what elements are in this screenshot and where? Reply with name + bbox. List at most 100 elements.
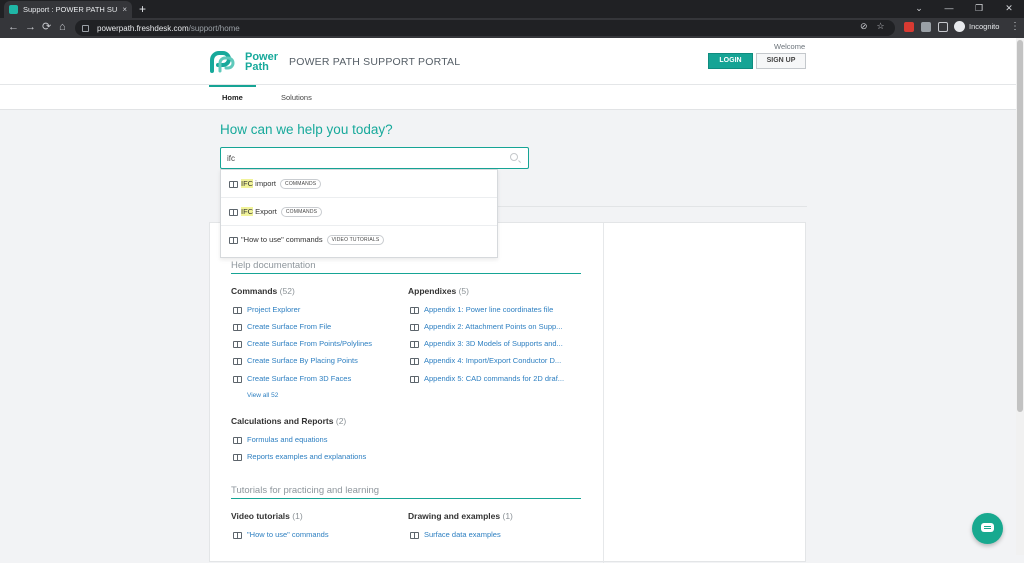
book-icon — [233, 376, 242, 383]
star-icon[interactable]: ☆ — [877, 21, 885, 32]
new-tab-button[interactable]: + — [139, 2, 146, 16]
url-path: /support/home — [188, 23, 240, 33]
scrollbar-thumb[interactable] — [1017, 40, 1023, 412]
browser-tab[interactable]: Support : POWER PATH SUPPORT × — [4, 1, 132, 18]
suggestion-text: IFC Export COMMANDS — [241, 207, 323, 217]
category-name: Video tutorials — [231, 511, 290, 521]
portal-header: Power Path POWER PATH SUPPORT PORTAL Wel… — [0, 38, 1016, 85]
reload-icon[interactable]: ⟳ — [42, 21, 51, 34]
book-icon — [410, 324, 419, 331]
category-name: Commands — [231, 286, 278, 296]
window-controls: ⌄ — ❐ ✕ — [904, 0, 1024, 18]
favicon-icon — [9, 5, 18, 14]
article-link[interactable]: Appendix 3: 3D Models of Supports and... — [424, 339, 563, 348]
portal-nav: Home Solutions — [0, 85, 1016, 110]
category-video-tutorials[interactable]: Video tutorials (1) — [231, 511, 303, 521]
article-link[interactable]: Formulas and equations — [247, 435, 327, 444]
article-link[interactable]: Appendix 5: CAD commands for 2D draf... — [424, 374, 564, 383]
category-count: (1) — [292, 511, 303, 521]
eye-off-icon[interactable]: ⊘ — [860, 21, 868, 32]
article-link[interactable]: Surface data examples — [424, 530, 501, 539]
profile-label: Incognito — [969, 22, 1000, 31]
book-icon — [233, 324, 242, 331]
article-link[interactable]: Appendix 2: Attachment Points on Supp... — [424, 322, 562, 331]
search-icon[interactable] — [510, 153, 518, 161]
book-icon — [410, 307, 419, 314]
article-link[interactable]: Project Explorer — [247, 305, 300, 314]
book-icon — [233, 532, 242, 539]
brand-line-2: Path — [245, 61, 269, 73]
home-icon[interactable]: ⌂ — [59, 21, 66, 34]
url-host: powerpath.freshdesk.com — [97, 23, 189, 33]
chat-widget-button[interactable] — [972, 513, 1003, 544]
book-icon — [233, 454, 242, 461]
help-documentation-heading: Help documentation — [231, 260, 316, 271]
suggestion-text: IFC import COMMANDS — [241, 179, 322, 189]
category-commands[interactable]: Commands (52) — [231, 286, 295, 296]
extension-icon[interactable] — [904, 22, 914, 32]
lock-icon — [82, 24, 89, 32]
login-button[interactable]: LOGIN — [708, 53, 753, 69]
match-highlight: IFC — [241, 207, 254, 216]
incognito-icon — [954, 21, 965, 32]
puzzle-icon[interactable] — [921, 22, 931, 32]
browser-tab-strip: Support : POWER PATH SUPPORT × + ⌄ — ❐ ✕ — [0, 0, 1024, 18]
forward-icon[interactable]: → — [25, 21, 36, 34]
book-icon — [233, 341, 242, 348]
side-panel-icon[interactable] — [938, 22, 948, 32]
view-all-link[interactable]: View all 52 — [247, 392, 278, 399]
tab-home[interactable]: Home — [222, 93, 243, 102]
category-calculations[interactable]: Calculations and Reports (2) — [231, 416, 346, 426]
back-icon[interactable]: ← — [8, 21, 19, 34]
article-link[interactable]: Create Surface From Points/Polylines — [247, 339, 372, 348]
book-icon — [229, 237, 238, 244]
article-link[interactable]: Appendix 4: Import/Export Conductor D... — [424, 356, 561, 365]
category-drawing-examples[interactable]: Drawing and examples (1) — [408, 511, 513, 521]
match-highlight: IFC — [241, 179, 254, 188]
article-link[interactable]: Create Surface From File — [247, 322, 331, 331]
category-badge: COMMANDS — [280, 207, 323, 217]
close-window-button[interactable]: ✕ — [994, 0, 1024, 18]
article-link[interactable]: Create Surface By Placing Points — [247, 356, 358, 365]
portal-title: POWER PATH SUPPORT PORTAL — [289, 56, 461, 68]
category-count: (1) — [502, 511, 513, 521]
address-bar-icons: ⊘ ☆ — [860, 21, 885, 32]
tab-close-icon[interactable]: × — [122, 5, 127, 14]
book-icon — [410, 376, 419, 383]
book-icon — [410, 341, 419, 348]
book-icon — [410, 358, 419, 365]
section-divider — [231, 498, 581, 499]
article-link[interactable]: Create Surface From 3D Faces — [247, 374, 351, 383]
suggestion-title: import — [253, 179, 277, 188]
article-link[interactable]: "How to use" commands — [247, 530, 329, 539]
suggestion-text: "How to use" commands VIDEO TUTORIALS — [241, 235, 385, 245]
category-appendixes[interactable]: Appendixes (5) — [408, 286, 469, 296]
profile-chip[interactable]: Incognito — [954, 21, 999, 32]
browser-toolbar: ← → ⟳ ⌂ powerpath.freshdesk.com /support… — [0, 18, 1024, 38]
sidebar-divider — [603, 223, 604, 563]
brand-name[interactable]: Power Path — [245, 52, 278, 73]
suggestion-item[interactable]: IFC Export COMMANDS — [221, 198, 497, 226]
section-divider — [231, 273, 581, 274]
book-icon — [229, 181, 238, 188]
category-count: (2) — [335, 416, 347, 426]
search-input-value: ifc — [227, 154, 235, 163]
address-bar[interactable]: powerpath.freshdesk.com /support/home — [75, 20, 895, 36]
category-count: (5) — [458, 286, 469, 296]
tab-solutions[interactable]: Solutions — [281, 93, 312, 102]
search-input[interactable]: ifc — [220, 147, 529, 169]
suggestion-item[interactable]: "How to use" commands VIDEO TUTORIALS — [221, 226, 497, 254]
tab-search-icon[interactable]: ⌄ — [904, 0, 934, 18]
suggestion-item[interactable]: IFC import COMMANDS — [221, 170, 497, 198]
book-icon — [233, 437, 242, 444]
restore-button[interactable]: ❐ — [964, 0, 994, 18]
search-suggestions: IFC import COMMANDS IFC Export COMMANDS "H… — [220, 169, 498, 258]
article-link[interactable]: Appendix 1: Power line coordinates file — [424, 305, 553, 314]
book-icon — [229, 209, 238, 216]
minimize-button[interactable]: — — [934, 0, 964, 18]
tab-title: Support : POWER PATH SUPPORT — [23, 5, 118, 14]
signup-button[interactable]: SIGN UP — [756, 53, 806, 69]
menu-icon[interactable]: ⋮ — [1010, 21, 1020, 32]
power-path-logo-icon[interactable] — [208, 51, 240, 73]
article-link[interactable]: Reports examples and explanations — [247, 452, 366, 461]
